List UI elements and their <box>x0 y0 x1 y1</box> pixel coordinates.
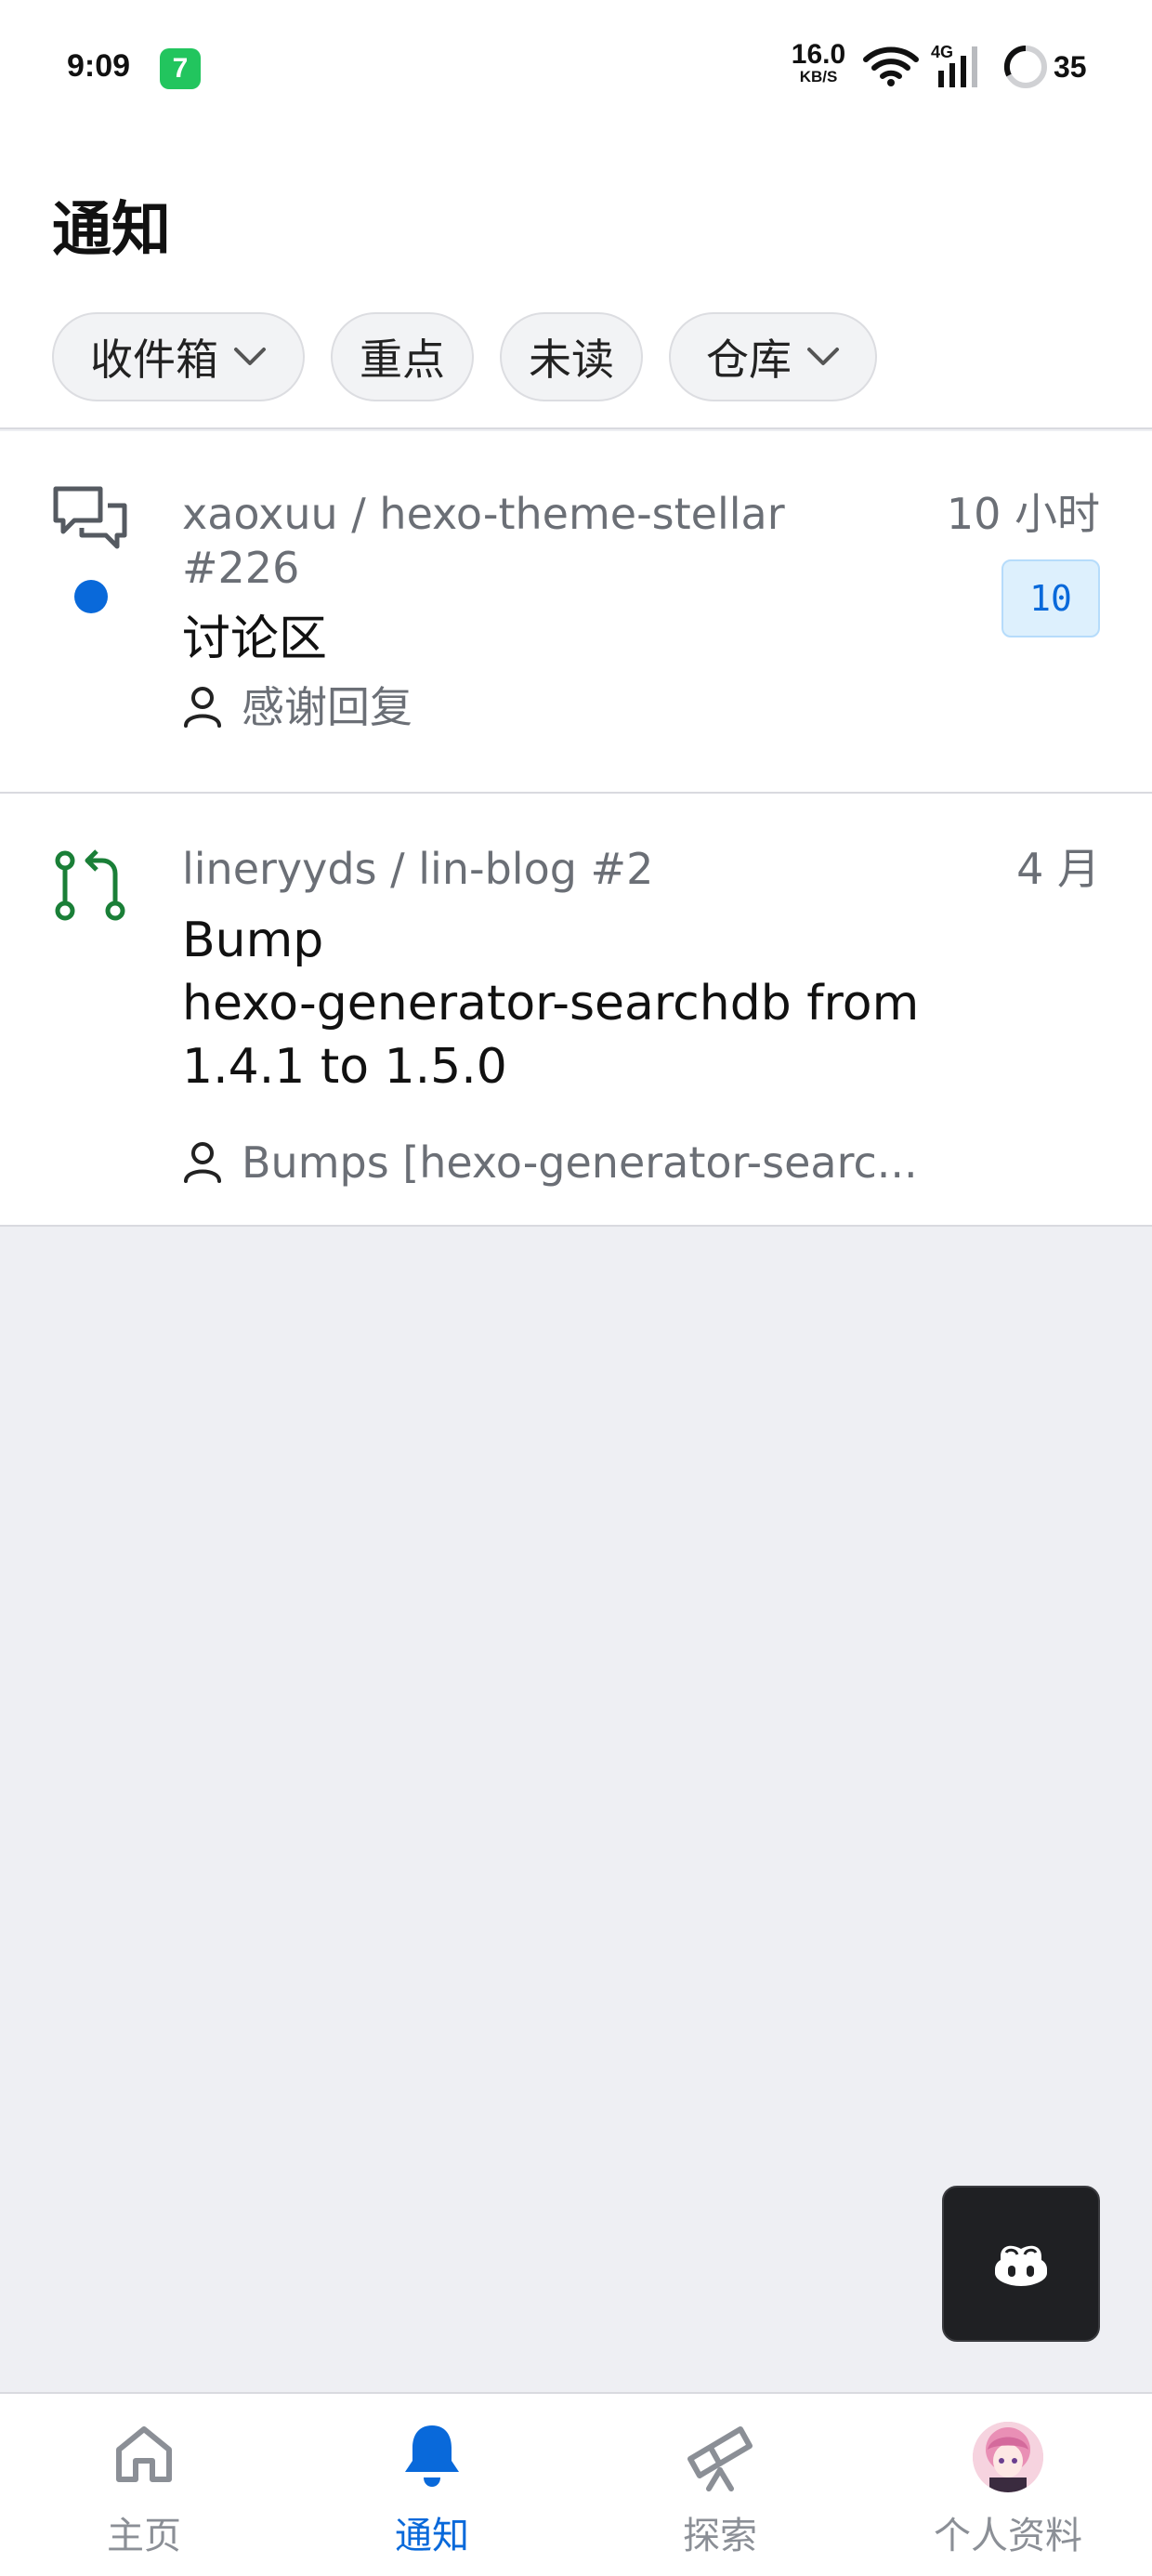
copilot-button[interactable] <box>942 2186 1100 2342</box>
filter-chip-label: 仓库 <box>706 335 792 385</box>
nav-label: 通知 <box>395 2515 469 2557</box>
notification-time: 10 小时 <box>946 489 1100 539</box>
chevron-down-icon <box>807 348 839 365</box>
comment-count-badge: 10 <box>1001 559 1100 637</box>
filter-chip-repository[interactable]: 仓库 <box>669 312 877 401</box>
notification-excerpt: Bumps [hexo-generator-searc... <box>242 1137 918 1188</box>
notification-title: 讨论区 <box>182 611 328 667</box>
filter-chip-important[interactable]: 重点 <box>331 312 474 401</box>
nav-item-home[interactable]: 主页 <box>0 2394 288 2576</box>
person-icon <box>184 687 221 728</box>
avatar-image <box>973 2422 1043 2492</box>
nav-item-profile[interactable]: 个人资料 <box>864 2394 1152 2576</box>
discussion-icon <box>53 486 127 549</box>
notification-item[interactable]: xaoxuu / hexo-theme-stellar #226 10 小时 1… <box>0 431 1152 794</box>
notification-author: Bumps [hexo-generator-searc... <box>182 1136 918 1189</box>
wifi-icon <box>863 46 919 86</box>
notification-title: Bump hexo-generator-searchdb from 1.4.1 … <box>182 909 1000 1098</box>
bell-icon <box>405 2425 459 2487</box>
home-icon <box>116 2426 172 2482</box>
copilot-icon <box>995 2245 1047 2286</box>
filter-chip-label: 未读 <box>529 335 614 385</box>
status-time: 9:09 <box>67 48 131 84</box>
title-line: hexo-generator-searchdb from <box>182 976 920 1032</box>
filter-chip-inbox[interactable]: 收件箱 <box>52 312 305 401</box>
network-speed-value: 16.0 <box>791 39 846 70</box>
filter-chip-label: 收件箱 <box>90 335 218 385</box>
unread-dot <box>74 580 108 613</box>
repo-name: lineryyds / lin-blog #2 <box>182 844 654 894</box>
notification-item[interactable]: lineryyds / lin-blog #2 4 月 Bump hexo-ge… <box>0 794 1152 1227</box>
filter-chip-label: 重点 <box>360 335 445 385</box>
person-icon <box>184 1142 221 1183</box>
telescope-icon <box>687 2426 753 2491</box>
avatar <box>973 2422 1043 2492</box>
repo-path: xaoxuu / hexo-theme-stellar <box>182 489 785 539</box>
network-type-label: 4G <box>931 43 953 61</box>
nav-item-explore[interactable]: 探索 <box>576 2394 864 2576</box>
title-line: Bump <box>182 913 324 968</box>
battery-level: 35 <box>1054 50 1087 84</box>
notification-time: 4 月 <box>1016 844 1100 894</box>
app-notification-icon: 7 <box>160 48 201 89</box>
nav-label: 个人资料 <box>934 2515 1082 2557</box>
page-title: 通知 <box>52 196 171 265</box>
notification-author: 感谢回复 <box>182 680 412 734</box>
network-speed-unit: KB/S <box>799 68 838 85</box>
nav-label: 主页 <box>107 2515 181 2557</box>
nav-label: 探索 <box>683 2515 757 2557</box>
title-line: 1.4.1 to 1.5.0 <box>182 1039 507 1095</box>
notification-excerpt: 感谢回复 <box>242 682 412 732</box>
issue-number: #226 <box>182 543 300 593</box>
nav-item-notifications[interactable]: 通知 <box>288 2394 576 2576</box>
battery-icon <box>1003 45 1047 88</box>
bottom-navigation: 主页 通知 探索 个人资料 <box>0 2392 1152 2576</box>
notification-list: xaoxuu / hexo-theme-stellar #226 10 小时 1… <box>0 431 1152 1227</box>
pull-request-icon <box>55 849 125 921</box>
repo-name: xaoxuu / hexo-theme-stellar #226 <box>182 487 925 595</box>
network-speed: 16.0 KB/S <box>788 41 849 85</box>
status-bar: 9:09 7 16.0 KB/S 4G 35 <box>0 0 1152 139</box>
page-header: 通知 收件箱 重点 未读 仓库 <box>0 139 1152 429</box>
signal-icon: 4G <box>931 43 977 87</box>
filter-chip-unread[interactable]: 未读 <box>500 312 643 401</box>
chevron-down-icon <box>234 348 266 365</box>
